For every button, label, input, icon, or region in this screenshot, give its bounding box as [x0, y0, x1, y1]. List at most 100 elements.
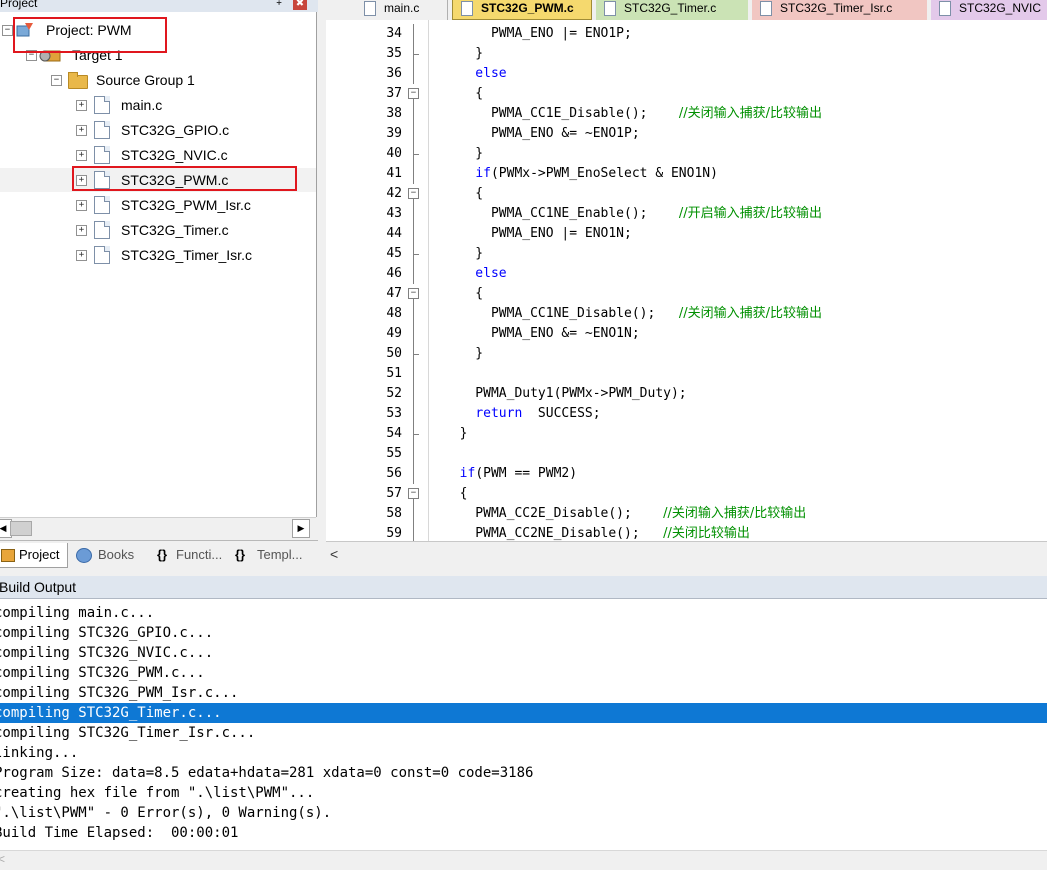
- code-line[interactable]: 42− {: [326, 184, 1047, 204]
- code-line[interactable]: 54 }: [326, 424, 1047, 444]
- build-output-line[interactable]: Program Size: data=8.5 edata+hdata=281 x…: [0, 763, 1047, 783]
- expand-icon[interactable]: +: [76, 200, 87, 211]
- editor-horizontal-scrollbar[interactable]: <: [326, 541, 1047, 569]
- code-line[interactable]: 56 if(PWM == PWM2): [326, 464, 1047, 484]
- expand-icon[interactable]: +: [76, 250, 87, 261]
- code-editor[interactable]: 34 PWMA_ENO |= ENO1P; 35 } 36 else 37− {38 …: [326, 20, 1047, 541]
- tab-stc32g-timer-isr-c[interactable]: STC32G_Timer_Isr.c: [752, 0, 927, 20]
- build-output-text: compiling STC32G_PWM.c...: [0, 665, 205, 681]
- build-output-panel[interactable]: compiling main.c... compiling STC32G_GPIO…: [0, 599, 1047, 850]
- expand-icon[interactable]: +: [76, 225, 87, 236]
- scroll-left-icon[interactable]: <: [0, 852, 5, 866]
- expand-icon[interactable]: +: [76, 100, 87, 111]
- build-output-line[interactable]: compiling STC32G_NVIC.c...: [0, 643, 1047, 663]
- close-icon[interactable]: ✖: [293, 0, 307, 10]
- code-line[interactable]: 49 PWMA_ENO &= ~ENO1N;: [326, 324, 1047, 344]
- fold-guide: [413, 24, 414, 44]
- line-number: 42: [386, 186, 402, 201]
- build-output-line[interactable]: compiling STC32G_PWM_Isr.c...: [0, 683, 1047, 703]
- code-line[interactable]: 53 return SUCCESS;: [326, 404, 1047, 424]
- collapse-icon[interactable]: −: [51, 75, 62, 86]
- code-line[interactable]: 44 PWMA_ENO |= ENO1N;: [326, 224, 1047, 244]
- tab-templates[interactable]: {} Templ...: [235, 543, 315, 567]
- line-number: 57: [386, 486, 402, 501]
- code-comment: //开启输入捕获/比较输出: [678, 206, 822, 221]
- build-output-line[interactable]: compiling STC32G_GPIO.c...: [0, 623, 1047, 643]
- tree-file-label: STC32G_GPIO.c: [121, 122, 230, 138]
- code-line[interactable]: 40 }: [326, 144, 1047, 164]
- templates-icon: {}: [235, 547, 246, 562]
- line-number: 55: [386, 446, 402, 461]
- code-line[interactable]: 37− {: [326, 84, 1047, 104]
- line-number: 58: [386, 506, 402, 521]
- build-output-line-selected[interactable]: compiling STC32G_Timer.c...: [0, 703, 1047, 723]
- tab-main-c[interactable]: main.c: [356, 0, 448, 20]
- code-line[interactable]: 48 PWMA_CC1NE_Disable(); //关闭输入捕获/比较输出: [326, 304, 1047, 324]
- code-line[interactable]: 41 if(PWMx->PWM_EnoSelect & ENO1N): [326, 164, 1047, 184]
- code-line[interactable]: 39 PWMA_ENO &= ~ENO1P;: [326, 124, 1047, 144]
- fold-guide: [413, 524, 414, 541]
- code-line[interactable]: 34 PWMA_ENO |= ENO1P;: [326, 24, 1047, 44]
- code-text: PWMA_CC1NE_Disable(); //关闭输入捕获/比较输出: [444, 306, 822, 321]
- fold-guide: [413, 204, 414, 224]
- build-output-line[interactable]: compiling STC32G_Timer_Isr.c...: [0, 723, 1047, 743]
- fold-end-tick: [413, 434, 419, 435]
- tree-file-label: STC32G_PWM_Isr.c: [121, 197, 251, 213]
- build-output-line[interactable]: creating hex file from ".\list\PWM"...: [0, 783, 1047, 803]
- file-icon: [94, 146, 110, 164]
- line-number: 59: [386, 526, 402, 541]
- tree-file-label: STC32G_Timer_Isr.c: [121, 247, 252, 263]
- code-line[interactable]: 47− {: [326, 284, 1047, 304]
- build-output-line[interactable]: ".\list\PWM" - 0 Error(s), 0 Warning(s).: [0, 803, 1047, 823]
- code-text: }: [444, 426, 468, 441]
- expand-icon[interactable]: +: [76, 150, 87, 161]
- tab-stc32g-nvic[interactable]: STC32G_NVIC: [931, 0, 1047, 20]
- tab-functions[interactable]: {} Functi...: [157, 543, 229, 567]
- line-number: 56: [386, 466, 402, 481]
- code-line[interactable]: 55: [326, 444, 1047, 464]
- code-text: PWMA_ENO &= ~ENO1P;: [444, 126, 640, 141]
- file-icon: [94, 96, 110, 114]
- code-text: {: [444, 186, 484, 201]
- code-line[interactable]: 59 PWMA_CC2NE_Disable(); //关闭比较输出: [326, 524, 1047, 541]
- code-line[interactable]: 57− {: [326, 484, 1047, 504]
- tree-horizontal-scrollbar[interactable]: ◀ ▶: [0, 517, 316, 538]
- scroll-right-icon[interactable]: ▶: [292, 519, 310, 538]
- fold-guide: [413, 64, 414, 84]
- build-output-line[interactable]: Build Time Elapsed: 00:00:01: [0, 823, 1047, 843]
- tab-functions-label: Functi...: [176, 547, 223, 562]
- build-output-line[interactable]: compiling main.c...: [0, 603, 1047, 623]
- code-line[interactable]: 35 }: [326, 44, 1047, 64]
- build-output-text: compiling STC32G_PWM_Isr.c...: [0, 685, 239, 701]
- tab-stc32g-pwm-c[interactable]: STC32G_PWM.c: [452, 0, 592, 20]
- build-output-line[interactable]: compiling STC32G_PWM.c...: [0, 663, 1047, 683]
- code-line[interactable]: 46 else: [326, 264, 1047, 284]
- tab-project[interactable]: Project: [0, 543, 68, 568]
- line-number: 40: [386, 146, 402, 161]
- line-number: 44: [386, 226, 402, 241]
- highlight-project-root: [13, 17, 167, 53]
- code-text: }: [444, 146, 484, 161]
- fold-end-tick: [413, 254, 419, 255]
- build-output-line[interactable]: linking...: [0, 743, 1047, 763]
- scroll-thumb[interactable]: [10, 521, 32, 536]
- project-pane-tabs: Project Books {} Functi... {} Templ...: [0, 540, 318, 569]
- tab-stc32g-timer-c[interactable]: STC32G_Timer.c: [596, 0, 748, 20]
- pin-icon[interactable]: ‡: [276, 0, 282, 7]
- project-tree: − Project: PWM − Target 1 − Source Group…: [0, 12, 317, 517]
- code-line[interactable]: 38 PWMA_CC1E_Disable(); //关闭输入捕获/比较输出: [326, 104, 1047, 124]
- code-line[interactable]: 52 PWMA_Duty1(PWMx->PWM_Duty);: [326, 384, 1047, 404]
- pane-splitter[interactable]: [0, 568, 1047, 576]
- code-line[interactable]: 58 PWMA_CC2E_Disable(); //关闭输入捕获/比较输出: [326, 504, 1047, 524]
- code-line[interactable]: 45 }: [326, 244, 1047, 264]
- code-line[interactable]: 50 }: [326, 344, 1047, 364]
- line-number: 34: [386, 26, 402, 41]
- build-output-scrollbar[interactable]: <: [0, 850, 1047, 870]
- code-line[interactable]: 43 PWMA_CC1NE_Enable(); //开启输入捕获/比较输出: [326, 204, 1047, 224]
- expand-icon[interactable]: +: [76, 125, 87, 136]
- tab-books[interactable]: Books: [74, 543, 146, 567]
- scroll-left-icon[interactable]: <: [330, 546, 338, 562]
- code-line[interactable]: 36 else: [326, 64, 1047, 84]
- code-line[interactable]: 51: [326, 364, 1047, 384]
- collapse-icon[interactable]: −: [2, 25, 13, 36]
